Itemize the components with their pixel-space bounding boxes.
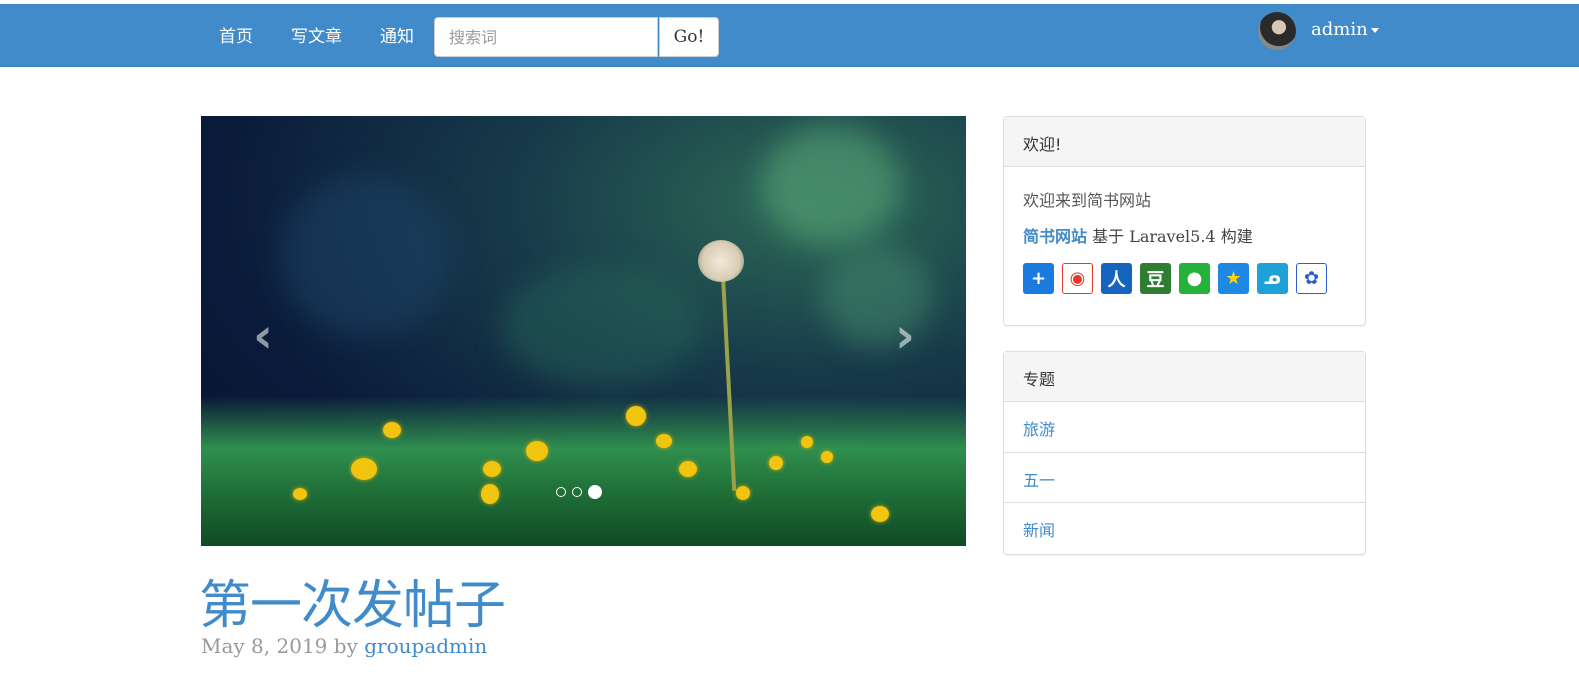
post-title[interactable]: 第一次发帖子: [199, 563, 506, 638]
username-label: admin: [1311, 19, 1368, 40]
yellow-flower: [383, 422, 401, 438]
yellow-flower: [483, 461, 501, 477]
qzone-icon[interactable]: ★: [1218, 263, 1249, 294]
user-avatar[interactable]: [1258, 12, 1296, 50]
nav-notifications-link[interactable]: 通知: [380, 22, 414, 47]
yellow-flower: [656, 434, 672, 448]
share-icons-row: + ◉ 人 豆 ● ★ ᓄ ✿: [1023, 263, 1346, 294]
carousel-indicator-active[interactable]: [588, 485, 602, 499]
image-carousel[interactable]: ‹ ›: [201, 116, 966, 546]
yellow-flower: [769, 456, 783, 470]
navbar: 首页 写文章 通知 Go! admin: [0, 4, 1579, 67]
yellow-flower: [526, 441, 548, 461]
yellow-flower: [679, 461, 697, 477]
douban-icon[interactable]: 豆: [1140, 263, 1171, 294]
topics-panel: 专题 旅游 五一 新闻: [1003, 351, 1366, 555]
bokeh-light: [501, 266, 701, 386]
tqq-icon[interactable]: ᓄ: [1257, 263, 1288, 294]
yellow-flower: [293, 488, 307, 500]
grass-field: [201, 396, 966, 546]
user-dropdown[interactable]: admin: [1311, 19, 1379, 40]
post-author-link[interactable]: groupadmin: [364, 634, 487, 658]
built-on-text: 基于 Laravel5.4 构建: [1087, 227, 1253, 246]
post-by-label: by: [333, 634, 358, 658]
welcome-panel-body: 欢迎来到简书网站 简书网站 基于 Laravel5.4 构建 + ◉ 人 豆 ●…: [1004, 167, 1365, 312]
yellow-flower: [736, 486, 750, 500]
search-input[interactable]: [434, 17, 658, 57]
carousel-indicator[interactable]: [556, 487, 566, 497]
caret-down-icon: [1370, 28, 1379, 33]
yellow-flower: [351, 458, 377, 480]
site-link[interactable]: 简书网站: [1023, 227, 1087, 246]
bokeh-light: [281, 176, 451, 336]
post-date: May 8, 2019: [201, 634, 328, 658]
carousel-next-icon[interactable]: ›: [885, 312, 925, 360]
yellow-flower: [821, 451, 833, 463]
yellow-flower: [801, 436, 813, 448]
topics-list: 旅游 五一 新闻: [1004, 402, 1365, 552]
topic-item-travel[interactable]: 旅游: [1004, 402, 1365, 452]
search-go-button[interactable]: Go!: [659, 17, 719, 57]
yellow-flower: [626, 406, 646, 426]
nav-home-link[interactable]: 首页: [219, 22, 253, 47]
baidu-icon[interactable]: ✿: [1296, 263, 1327, 294]
yellow-flower: [481, 484, 499, 504]
dandelion-flower: [698, 240, 744, 282]
bokeh-light: [761, 126, 901, 246]
renren-icon[interactable]: 人: [1101, 263, 1132, 294]
topics-panel-heading: 专题: [1004, 352, 1365, 402]
nav-write-article-link[interactable]: 写文章: [291, 22, 342, 47]
yellow-flower: [871, 506, 889, 522]
post-meta: May 8, 2019 by groupadmin: [201, 634, 487, 658]
welcome-text: 欢迎来到简书网站: [1023, 191, 1152, 210]
carousel-indicator[interactable]: [572, 487, 582, 497]
topic-item-may-day[interactable]: 五一: [1004, 452, 1365, 502]
wechat-icon[interactable]: ●: [1179, 263, 1210, 294]
topic-item-news[interactable]: 新闻: [1004, 502, 1365, 552]
add-share-icon[interactable]: +: [1023, 263, 1054, 294]
site-description: 简书网站 基于 Laravel5.4 构建: [1023, 223, 1346, 247]
welcome-panel-heading: 欢迎!: [1004, 117, 1365, 167]
carousel-indicators: [556, 485, 602, 499]
welcome-panel: 欢迎! 欢迎来到简书网站 简书网站 基于 Laravel5.4 构建 + ◉ 人…: [1003, 116, 1366, 326]
weibo-icon[interactable]: ◉: [1062, 263, 1093, 294]
carousel-prev-icon[interactable]: ‹: [243, 312, 283, 360]
